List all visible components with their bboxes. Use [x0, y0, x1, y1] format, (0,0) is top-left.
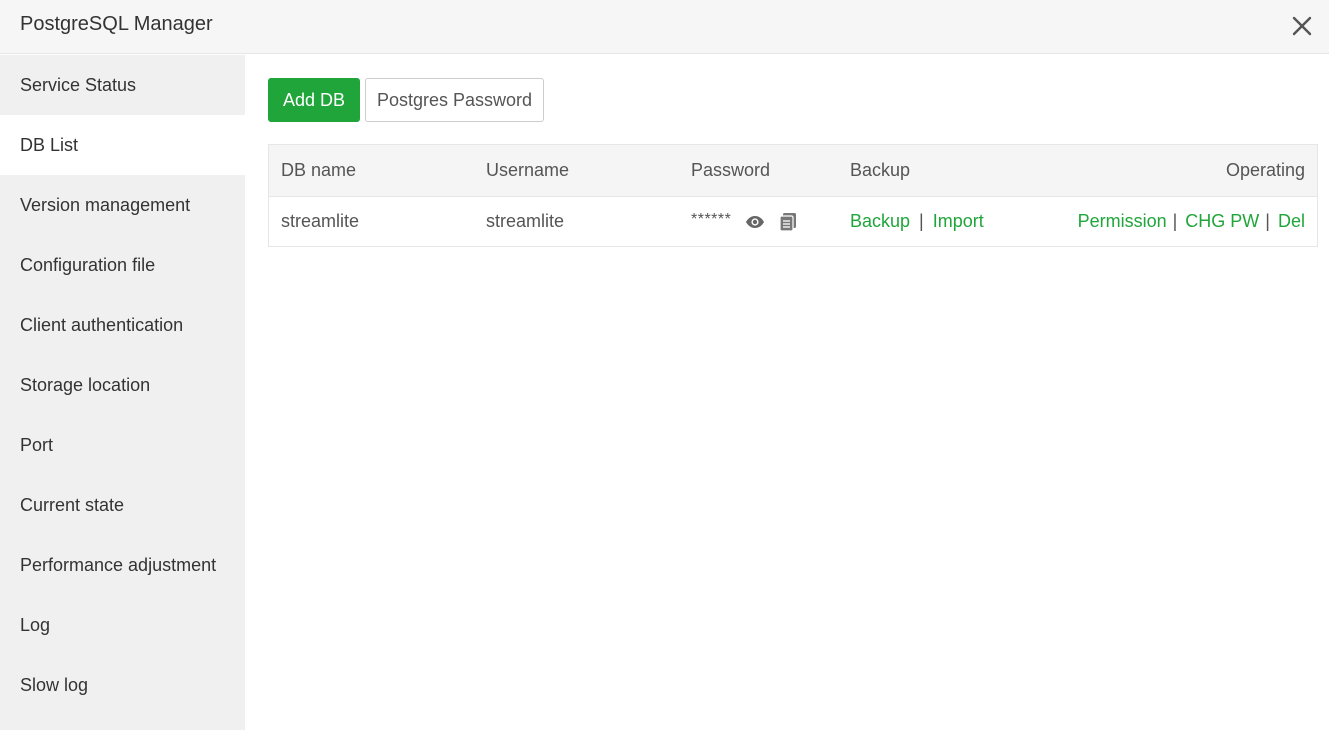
separator: | [919, 211, 924, 231]
postgres-password-button[interactable]: Postgres Password [365, 78, 544, 122]
separator: | [1265, 211, 1270, 231]
sidebar: Service Status DB List Version managemen… [0, 55, 245, 730]
copy-icon[interactable] [779, 212, 797, 232]
sidebar-item-service-status[interactable]: Service Status [0, 55, 245, 115]
sidebar-item-configuration-file[interactable]: Configuration file [0, 235, 245, 295]
header-db-name: DB name [281, 160, 357, 180]
password-masked: ****** [691, 210, 732, 228]
cell-username: streamlite [486, 211, 565, 231]
backup-link[interactable]: Backup [850, 211, 910, 232]
title-bar: PostgreSQL Manager [0, 0, 1329, 54]
sidebar-item-performance-adjustment[interactable]: Performance adjustment [0, 535, 245, 595]
permission-link[interactable]: Permission [1078, 211, 1167, 232]
del-link[interactable]: Del [1278, 211, 1305, 232]
cell-db-name: streamlite [281, 211, 360, 231]
sidebar-item-current-state[interactable]: Current state [0, 475, 245, 535]
table-header: DB name Username Password Backup Operati… [269, 145, 1317, 197]
main-panel: Add DB Postgres Password DB name Usernam… [245, 55, 1329, 730]
sidebar-item-storage-location[interactable]: Storage location [0, 355, 245, 415]
sidebar-item-slow-log[interactable]: Slow log [0, 655, 245, 715]
sidebar-item-log[interactable]: Log [0, 595, 245, 655]
header-backup: Backup [850, 160, 911, 180]
eye-icon[interactable] [745, 215, 765, 229]
sidebar-item-client-authentication[interactable]: Client authentication [0, 295, 245, 355]
chg-pw-link[interactable]: CHG PW [1185, 211, 1259, 232]
header-username: Username [486, 160, 570, 180]
close-icon[interactable] [1289, 13, 1315, 39]
header-operating: Operating [1225, 160, 1305, 180]
sidebar-item-db-list[interactable]: DB List [0, 115, 245, 175]
header-password: Password [691, 160, 771, 180]
cell-operating: Permission | CHG PW | Del [1078, 197, 1305, 246]
window-title: PostgreSQL Manager [20, 13, 213, 35]
add-db-button[interactable]: Add DB [268, 78, 360, 122]
table-row: streamlite streamlite ****** Backup | Im… [269, 197, 1317, 246]
sidebar-item-version-management[interactable]: Version management [0, 175, 245, 235]
separator: | [1172, 211, 1178, 231]
sidebar-item-port[interactable]: Port [0, 415, 245, 475]
db-table: DB name Username Password Backup Operati… [268, 144, 1318, 247]
cell-backup: Backup | Import [850, 197, 984, 246]
cell-password: ****** [691, 197, 797, 246]
import-link[interactable]: Import [933, 211, 984, 232]
